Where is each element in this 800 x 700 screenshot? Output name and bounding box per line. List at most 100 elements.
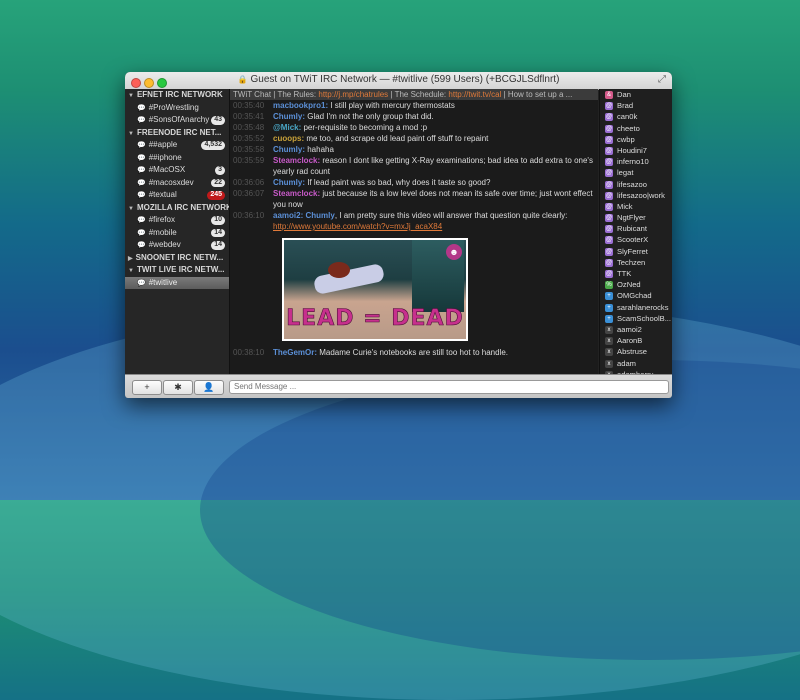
user-item[interactable]: @ Mick [600, 201, 672, 212]
message-nick[interactable]: @Mick: [273, 123, 301, 132]
channel-item[interactable]: 💬 #mobile 14 [125, 227, 229, 240]
user-item[interactable]: @ Houdini7 [600, 145, 672, 156]
user-item[interactable]: @ Brad [600, 100, 672, 111]
message-list: 00:35:40 macbookpro1: I still play with m… [230, 100, 598, 232]
user-mode-icon: @ [605, 158, 613, 167]
user-item[interactable]: @ inferno10 [600, 156, 672, 167]
network-header[interactable]: ▼ TWIT LIVE IRC NETW... [125, 264, 229, 277]
unread-badge: 43 [211, 116, 225, 125]
user-item[interactable]: + sarahlanerocks [600, 302, 672, 313]
user-item[interactable]: @ Rubicant [600, 223, 672, 234]
user-item[interactable]: @ cwbp [600, 134, 672, 145]
user-mode-icon: x [605, 359, 613, 368]
channel-item[interactable]: 💬 ##apple 4,532 [125, 139, 229, 152]
settings-gear-button[interactable]: ✱ [163, 380, 193, 395]
disclosure-closed-icon[interactable]: ▶ [128, 256, 133, 262]
message-text: Glad I'm not the only group that did. [305, 112, 434, 121]
send-message-input[interactable] [229, 380, 669, 394]
user-item[interactable]: @ legat [600, 167, 672, 178]
unread-badge: 4,532 [201, 141, 225, 150]
user-mode-icon: x [605, 325, 613, 334]
message-nick[interactable]: TheGemOr: [273, 348, 317, 357]
network-name: EFNET IRC NETWORK [136, 90, 223, 99]
network-header[interactable]: ▶ SNOONET IRC NETW... [125, 252, 229, 265]
message-nick[interactable]: cuoops: [273, 134, 304, 143]
add-server-button[interactable]: + [132, 380, 162, 395]
user-item[interactable]: x adam [600, 358, 672, 369]
message-nick[interactable]: macbookpro1: [273, 101, 328, 110]
message-nick[interactable]: Steamclock: [273, 156, 320, 165]
user-button[interactable]: 👤 [194, 380, 224, 395]
user-item[interactable]: @ lifesazoo [600, 179, 672, 190]
user-item[interactable]: @ lifesazoo|work [600, 190, 672, 201]
user-item[interactable]: + ScamSchoolB... [600, 313, 672, 324]
user-item[interactable]: @ cheeto [600, 123, 672, 134]
chat-bubble-icon: 💬 [137, 154, 146, 162]
user-item[interactable]: @ NgtFlyer [600, 212, 672, 223]
network-header[interactable]: ▼ EFNET IRC NETWORK [125, 89, 229, 102]
network-name: FREENODE IRC NET... [136, 127, 222, 137]
message-nick[interactable]: Steamclock: [273, 189, 320, 198]
message-nick[interactable]: Chumly: [273, 145, 305, 154]
server-list: ▼ EFNET IRC NETWORK 💬 #ProWrestling 💬 #SonsOf… [125, 89, 230, 374]
user-mode-icon: + [605, 303, 613, 312]
user-item[interactable]: @ Techzen [600, 257, 672, 268]
channel-name: #macosxdev [148, 177, 194, 187]
disclosure-open-icon[interactable]: ▼ [128, 268, 134, 274]
message-link[interactable]: http://www.youtube.com/watch?v=mxJj_acaX… [273, 222, 442, 231]
channel-item[interactable]: 💬 ##iphone [125, 152, 229, 165]
message-nick[interactable]: Chumly: [273, 112, 305, 121]
user-name: AaronB [617, 336, 643, 346]
unread-badge: 245 [207, 191, 225, 200]
channel-item[interactable]: 💬 #textual 245 [125, 189, 229, 202]
unread-badge: 3 [215, 166, 225, 175]
channel-item[interactable]: 💬 #firefox 10 [125, 214, 229, 227]
channel-item[interactable]: 💬 #macosxdev 22 [125, 177, 229, 190]
user-item[interactable]: @ can0k [600, 111, 672, 122]
mentioned-nick[interactable]: Chumly [305, 211, 334, 220]
channel-item[interactable]: 💬 #twitlive [125, 276, 229, 289]
title-bar[interactable]: 🔒 Guest on TWiT IRC Network — #twitlive (… [125, 72, 672, 90]
channel-name: #webdev [148, 240, 181, 249]
message-nick[interactable]: aamoi2: [273, 211, 303, 220]
network-header[interactable]: ▼ MOZILLA IRC NETWORK [125, 202, 229, 215]
message-row: 00:36:07 Steamclock: just because its a l… [230, 188, 598, 210]
user-item[interactable]: @ SlyFerret [600, 246, 672, 257]
user-mode-icon: x [605, 348, 613, 357]
lock-icon: 🔒 [237, 75, 248, 84]
window-title-wrap: 🔒 Guest on TWiT IRC Network — #twitlive (… [125, 74, 672, 85]
user-list: & Dan @ Brad @ can0k @ cheeto @ cwbp @ Houdini7 @ inf… [599, 89, 672, 374]
message-timestamp: 00:35:41 [233, 112, 265, 121]
topic-link-schedule[interactable]: http://twit.tv/cal [448, 90, 501, 99]
user-item[interactable]: x AaronB [600, 335, 672, 346]
unread-badge: 14 [211, 241, 225, 250]
chat-bubble-icon: 💬 [137, 179, 146, 187]
channel-item[interactable]: 💬 #webdev 14 [125, 239, 229, 252]
message-nick[interactable]: Chumly: [273, 178, 305, 187]
inline-image-preview[interactable]: ☻ LEAD = DEAD [282, 238, 468, 341]
topic-link-rules[interactable]: http://j.mp/chatrules [318, 90, 388, 99]
disclosure-open-icon[interactable]: ▼ [128, 93, 134, 99]
message-text: reason I dont like getting X-Ray examina… [273, 156, 593, 176]
fullscreen-icon[interactable]: ⤢ [658, 74, 666, 85]
user-name: OzNed [617, 280, 641, 290]
disclosure-open-icon[interactable]: ▼ [128, 206, 134, 212]
user-mode-icon: @ [605, 236, 613, 245]
irc-client-window: 🔒 Guest on TWiT IRC Network — #twitlive (… [125, 72, 672, 398]
user-item[interactable]: % OzNed [600, 279, 672, 290]
channel-item[interactable]: 💬 #MacOSX 3 [125, 164, 229, 177]
user-item[interactable]: x aamoi2 [600, 324, 672, 335]
channel-name: #twitlive [148, 277, 178, 287]
user-item[interactable]: + OMGchad [600, 290, 672, 301]
network-name: SNOONET IRC NETW... [135, 252, 224, 262]
channel-item[interactable]: 💬 #SonsOfAnarchy 43 [125, 114, 229, 127]
network-header[interactable]: ▼ FREENODE IRC NET... [125, 127, 229, 140]
disclosure-open-icon[interactable]: ▼ [128, 131, 134, 137]
user-item[interactable]: @ ScooterX [600, 234, 672, 245]
user-item[interactable]: x Abstruse [600, 346, 672, 357]
channel-item[interactable]: 💬 #ProWrestling [125, 102, 229, 115]
user-name: adam [617, 358, 636, 368]
user-item[interactable]: @ TTK [600, 268, 672, 279]
user-item[interactable]: & Dan [600, 89, 672, 100]
message-row: 00:35:58 Chumly: hahaha [230, 144, 598, 155]
